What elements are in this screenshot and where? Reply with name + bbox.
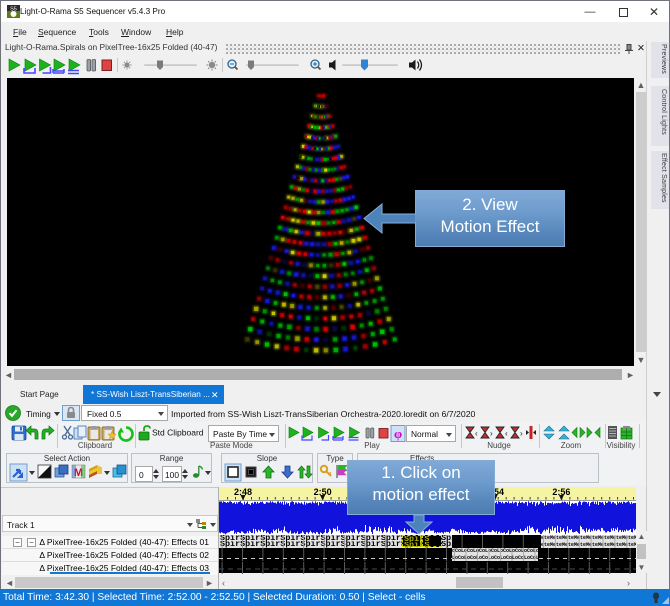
svg-text:Nudge: Nudge xyxy=(487,441,511,450)
svg-text:Paste Mode: Paste Mode xyxy=(210,441,253,450)
svg-text:‹: ‹ xyxy=(505,429,508,438)
svg-text:φ: φ xyxy=(394,426,402,441)
svg-text:‹: ‹ xyxy=(475,429,478,438)
svg-text:Visibility: Visibility xyxy=(607,441,636,450)
svg-text:Zoom: Zoom xyxy=(561,441,582,450)
svg-text:Std Clipboard: Std Clipboard xyxy=(152,428,204,438)
svg-text:Clipboard: Clipboard xyxy=(78,441,112,450)
svg-text:›: › xyxy=(490,429,493,438)
svg-text:›: › xyxy=(520,429,523,438)
svg-text:Play: Play xyxy=(364,441,380,450)
